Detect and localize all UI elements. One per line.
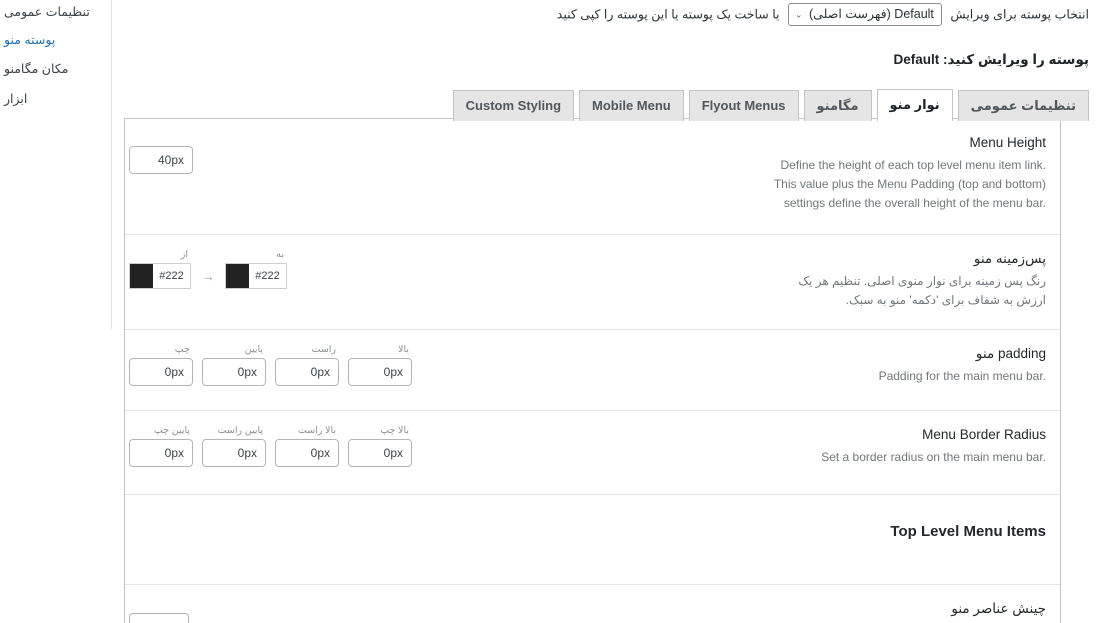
setting-row-menu-height: Menu Height Define the height of each to… (125, 119, 1060, 235)
theme-select-dropdown[interactable]: ⌄ Default (فهرست اصلی) (788, 3, 942, 26)
tab-mobile-menu[interactable]: Mobile Menu (579, 90, 684, 121)
setting-row-menu-padding: padding منو Padding for the main menu ba… (125, 330, 1060, 411)
radius-bottom-left-label: پایین چپ (153, 425, 190, 436)
theme-chooser-lead-text: انتخاب پوسته برای ویرایش (950, 7, 1089, 22)
menu-background-to-field: به #222 (225, 249, 287, 289)
menu-padding-bottom-input[interactable] (202, 358, 266, 386)
color-swatch-icon (226, 264, 249, 288)
menu-padding-top-label: بالا (398, 344, 409, 355)
menu-alignment-description: چینش عناصر منو Align all menu items to t… (545, 599, 1060, 623)
menu-background-from-field: از #222 (129, 249, 191, 289)
radius-bottom-right-label: پایین راست (217, 425, 263, 436)
radius-top-left-input[interactable] (348, 439, 412, 467)
menu-border-radius-hint: Set a border radius on the main menu bar… (821, 450, 1046, 464)
theme-select-value: Default (فهرست اصلی) (809, 7, 934, 21)
menu-padding-right-field: راست (275, 344, 339, 386)
theme-chooser-trail-text: یا ساخت یک پوسته یا این پوسته را کپی کنی… (556, 7, 780, 22)
menu-border-radius-control: پایین چپ پایین راست بالا راست بالا (125, 425, 545, 467)
menu-background-hint: رنگ پس زمینه برای نوار منوی اصلی. تنظیم … (798, 274, 1046, 307)
tab-custom-styling[interactable]: Custom Styling (452, 90, 575, 121)
menu-height-input[interactable] (129, 146, 193, 174)
menu-padding-bottom-label: پایین (244, 344, 263, 355)
radius-bottom-right-input[interactable] (202, 439, 266, 467)
menu-height-title: Menu Height (969, 135, 1046, 150)
menu-border-radius-description: Menu Border Radius Set a border radius o… (545, 425, 1060, 467)
menu-background-to-value: #222 (249, 264, 286, 288)
menu-padding-bottom-field: پایین (202, 344, 266, 386)
page-title: پوسته را ویرایش کنید: Default (893, 52, 1089, 68)
sidebar: تنظیمات عمومی پوسته منو مکان مگامنو ابزا… (0, 0, 112, 329)
menu-background-from-value: #222 (153, 264, 190, 288)
tab-menu-bar[interactable]: نوار منو (876, 89, 953, 121)
admin-screen: تنظیمات عمومی پوسته منو مکان مگامنو ابزا… (0, 0, 1101, 623)
section-row-top-level-menu-items: Top Level Menu Items (125, 495, 1060, 585)
chevron-down-icon: ⌄ (795, 9, 803, 19)
menu-alignment-control: ⌄ چپ (125, 599, 545, 623)
sidebar-item-menu-theme[interactable]: پوسته منو (0, 28, 111, 53)
radius-top-right-field: بالا راست (275, 425, 339, 467)
menu-padding-right-label: راست (311, 344, 336, 355)
menu-height-hint: Define the height of each top level menu… (773, 158, 1046, 210)
menu-background-control: از #222 → به #222 (125, 249, 545, 289)
menu-height-control (125, 133, 545, 174)
tab-flyout-menus[interactable]: Flyout Menus (688, 90, 799, 121)
tab-bar: تنظیمات عمومی نوار منو مگامنو Flyout Men… (0, 88, 1101, 121)
menu-background-from-colorpicker[interactable]: #222 (129, 263, 191, 289)
setting-row-menu-alignment: چینش عناصر منو Align all menu items to t… (125, 585, 1060, 623)
tab-general-settings[interactable]: تنظیمات عمومی (957, 90, 1089, 121)
menu-padding-left-field: چپ (129, 344, 193, 386)
setting-row-menu-background: پس‌زمینه منو رنگ پس زمینه برای نوار منوی… (125, 235, 1060, 330)
radius-top-left-label: بالا چپ (380, 425, 409, 436)
menu-padding-description: padding منو Padding for the main menu ba… (545, 344, 1060, 386)
radius-top-right-label: بالا راست (297, 425, 336, 436)
menu-padding-hint: Padding for the main menu bar. (878, 369, 1046, 383)
theme-chooser-bar: انتخاب پوسته برای ویرایش ⌄ Default (فهرس… (0, 3, 1101, 26)
radius-bottom-right-field: پایین راست (202, 425, 266, 467)
menu-padding-top-input[interactable] (348, 358, 412, 386)
menu-padding-title: padding منو (975, 346, 1046, 361)
menu-padding-right-input[interactable] (275, 358, 339, 386)
color-swatch-icon (130, 264, 153, 288)
tab-megamenu[interactable]: مگامنو (803, 90, 872, 121)
menu-border-radius-title: Menu Border Radius (922, 427, 1046, 442)
menu-height-description: Menu Height Define the height of each to… (545, 133, 1060, 213)
menu-background-title: پس‌زمینه منو (973, 251, 1046, 266)
arrow-right-icon: → (201, 268, 215, 284)
menu-alignment-title: چینش عناصر منو (951, 601, 1046, 616)
section-heading-top-level-menu-items: Top Level Menu Items (890, 523, 1046, 540)
sidebar-item-label: پوسته منو (4, 33, 56, 47)
radius-top-right-input[interactable] (275, 439, 339, 467)
menu-alignment-select[interactable]: ⌄ چپ (129, 613, 189, 623)
radius-bottom-left-field: پایین چپ (129, 425, 193, 467)
menu-background-to-label: به (276, 249, 284, 260)
menu-padding-left-input[interactable] (129, 358, 193, 386)
menu-background-to-colorpicker[interactable]: #222 (225, 263, 287, 289)
menu-padding-top-field: بالا (348, 344, 412, 386)
menu-padding-control: چپ پایین راست بالا (125, 344, 545, 386)
setting-row-menu-border-radius: Menu Border Radius Set a border radius o… (125, 411, 1060, 495)
menu-background-description: پس‌زمینه منو رنگ پس زمینه برای نوار منوی… (545, 249, 1060, 310)
radius-bottom-left-input[interactable] (129, 439, 193, 467)
menu-padding-left-label: چپ (174, 344, 190, 355)
settings-panel: Menu Height Define the height of each to… (124, 118, 1061, 623)
menu-background-from-label: از (180, 249, 188, 260)
radius-top-left-field: بالا چپ (348, 425, 412, 467)
